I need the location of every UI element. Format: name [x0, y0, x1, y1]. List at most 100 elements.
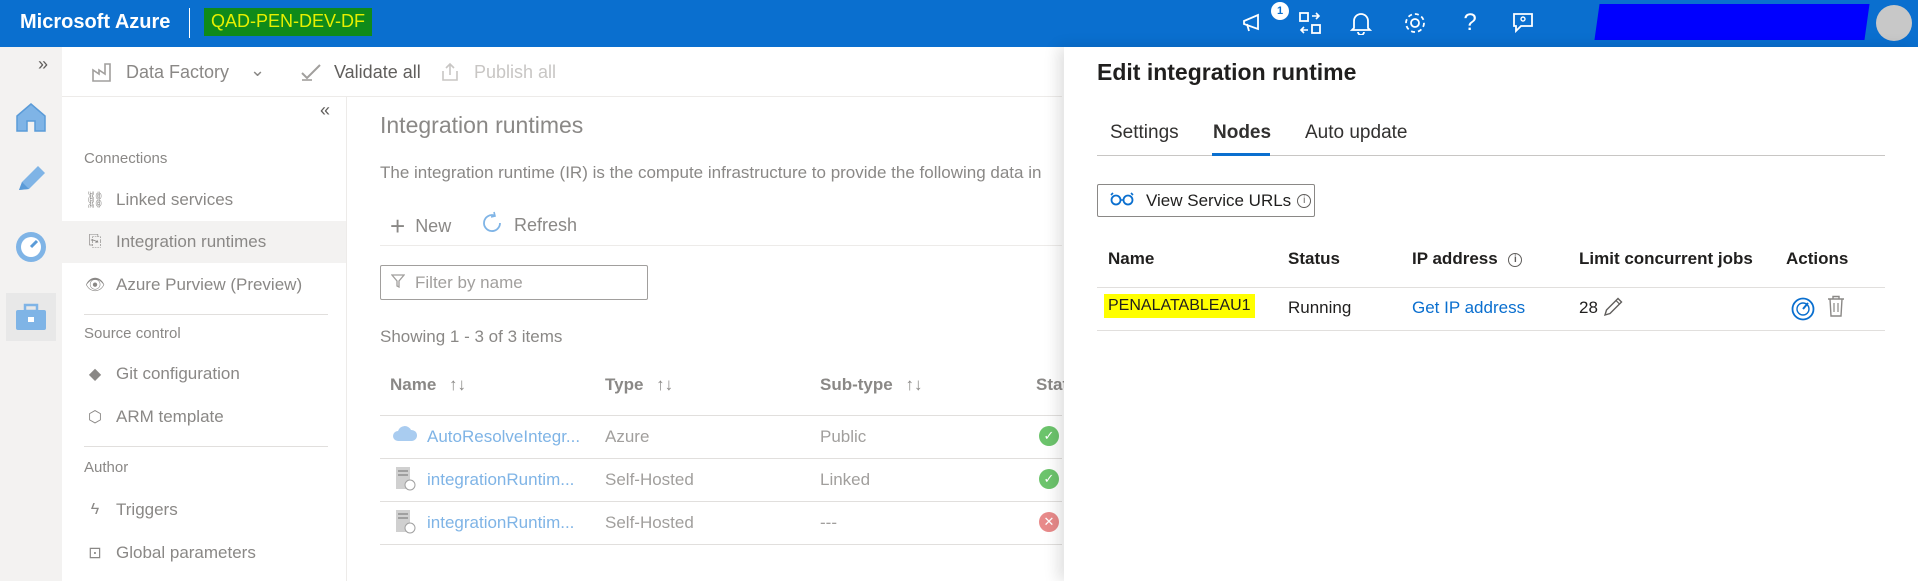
- glasses-icon: [1110, 191, 1134, 211]
- runtime-name-link[interactable]: integrationRuntim...: [427, 513, 574, 533]
- column-header-type[interactable]: Type ↑↓: [605, 375, 673, 395]
- brand-title[interactable]: Microsoft Azure: [20, 11, 170, 34]
- monitor-gauge-icon[interactable]: [12, 228, 50, 266]
- nav-item-integration-runtimes[interactable]: ⎘ Integration runtimes: [62, 221, 346, 263]
- status-ok-icon: ✓: [1039, 426, 1059, 446]
- author-pencil-icon[interactable]: [12, 160, 50, 198]
- runtime-subtype: Public: [820, 427, 867, 446]
- runtime-type: Self-Hosted: [605, 470, 694, 489]
- nav-item-label: Integration runtimes: [116, 232, 267, 251]
- row-divider: [380, 501, 1062, 502]
- runtime-type: Azure: [605, 427, 650, 446]
- sort-icon: ↑↓: [905, 375, 923, 394]
- nav-item-label: Azure Purview (Preview): [116, 275, 303, 294]
- gear-icon[interactable]: [1400, 8, 1430, 38]
- factory-name[interactable]: QAD-PEN-DEV-DF: [204, 8, 373, 36]
- node-name: PENALATABLEAU1: [1104, 294, 1255, 318]
- info-icon[interactable]: i: [1508, 252, 1523, 267]
- monitor-node-icon[interactable]: [1791, 297, 1815, 326]
- runtime-type: Self-Hosted: [605, 513, 694, 532]
- tab-nodes[interactable]: Nodes: [1213, 122, 1271, 144]
- row-divider: [380, 458, 1062, 459]
- nav-item-label: Git configuration: [116, 364, 240, 383]
- whats-new-icon[interactable]: [1240, 8, 1270, 38]
- publish-icon: [440, 62, 460, 87]
- row-divider: [380, 415, 1062, 416]
- runtime-name-link[interactable]: integrationRuntim...: [427, 470, 574, 490]
- nav-section-author: Author: [84, 459, 129, 476]
- help-icon[interactable]: ?: [1455, 8, 1485, 38]
- tab-auto-update[interactable]: Auto update: [1305, 122, 1407, 144]
- node-column-actions: Actions: [1786, 249, 1849, 268]
- info-icon[interactable]: i: [1297, 193, 1312, 208]
- new-button[interactable]: + New: [390, 211, 451, 242]
- global-parameters-icon: ⊡: [88, 545, 102, 562]
- nav-divider: [84, 314, 328, 315]
- runtime-name-link[interactable]: AutoResolveIntegr...: [427, 427, 580, 447]
- delete-trash-icon[interactable]: [1826, 295, 1846, 322]
- home-icon[interactable]: [12, 98, 50, 136]
- node-column-ip: IP address i: [1412, 249, 1523, 269]
- trigger-bolt-icon: ϟ: [90, 501, 100, 518]
- collapse-nav-icon[interactable]: «: [320, 100, 330, 121]
- nav-item-git-configuration[interactable]: ◆ Git configuration: [84, 353, 346, 395]
- integration-runtime-icon: ⎘: [88, 233, 102, 250]
- brand-separator: [189, 8, 190, 38]
- plus-icon: +: [390, 211, 406, 241]
- cloud-icon: [392, 424, 418, 447]
- view-service-urls-label: View Service URLs: [1146, 190, 1292, 210]
- nav-section-source-control: Source control: [84, 325, 181, 342]
- nav-divider: [84, 446, 328, 447]
- column-header-subtype[interactable]: Sub-type ↑↓: [820, 375, 922, 395]
- nav-item-label: Triggers: [116, 500, 178, 519]
- validate-all-button[interactable]: Validate all: [334, 62, 421, 83]
- selected-tab-indicator: [1212, 153, 1270, 156]
- view-service-urls-button[interactable]: View Service URLs i: [1097, 184, 1315, 217]
- node-row-divider: [1097, 330, 1885, 331]
- get-ip-address-link[interactable]: Get IP address: [1412, 298, 1525, 318]
- runtime-subtype: Linked: [820, 470, 871, 489]
- filter-funnel-icon: [390, 273, 406, 293]
- nav-item-global-parameters[interactable]: ⊡ Global parameters: [84, 532, 346, 574]
- self-hosted-server-icon: [395, 466, 417, 497]
- expand-rail-icon[interactable]: »: [38, 54, 48, 75]
- sort-icon: ↑↓: [656, 375, 674, 394]
- refresh-label: Refresh: [514, 215, 578, 235]
- filter-input[interactable]: Filter by name: [380, 265, 648, 300]
- git-icon: ◆: [88, 366, 102, 383]
- column-label: Type: [605, 375, 644, 394]
- switch-directory-icon[interactable]: [1295, 8, 1325, 38]
- chevron-down-icon[interactable]: ⌄: [250, 60, 265, 81]
- column-label: Name: [390, 375, 437, 394]
- new-label: New: [415, 216, 452, 236]
- nav-item-azure-purview[interactable]: 👁 Azure Purview (Preview): [84, 264, 346, 306]
- bell-icon[interactable]: [1346, 8, 1376, 38]
- node-column-name: Name: [1108, 249, 1155, 268]
- nav-item-label: Global parameters: [116, 543, 256, 562]
- item-count: Showing 1 - 3 of 3 items: [380, 327, 563, 346]
- status-ok-icon: ✓: [1039, 469, 1059, 489]
- manage-toolbox-icon[interactable]: [6, 293, 56, 341]
- feedback-icon[interactable]: [1508, 8, 1538, 38]
- edit-pencil-icon[interactable]: [1602, 296, 1624, 323]
- factory-icon: [92, 62, 114, 87]
- status-error-icon: ✕: [1039, 512, 1059, 532]
- redacted-account: [1594, 4, 1870, 40]
- node-column-limit: Limit concurrent jobs: [1579, 249, 1753, 268]
- self-hosted-server-icon: [395, 509, 417, 540]
- linked-services-icon: ⛓: [84, 192, 106, 209]
- notification-badge: 1: [1271, 2, 1289, 20]
- refresh-button[interactable]: Refresh: [480, 211, 577, 240]
- node-column-status: Status: [1288, 249, 1340, 268]
- nav-item-triggers[interactable]: ϟ Triggers: [84, 489, 346, 531]
- publish-all-button[interactable]: Publish all: [474, 62, 556, 83]
- avatar[interactable]: [1876, 5, 1912, 41]
- column-header-name[interactable]: Name ↑↓: [390, 375, 466, 395]
- factory-selector[interactable]: Data Factory: [126, 62, 229, 83]
- purview-eye-icon: 👁: [84, 277, 106, 294]
- nav-item-linked-services[interactable]: ⛓ Linked services: [84, 179, 346, 221]
- toolbar-divider: [380, 245, 1062, 246]
- nav-item-arm-template[interactable]: ⬡ ARM template: [84, 396, 346, 438]
- tab-settings[interactable]: Settings: [1110, 122, 1179, 144]
- page-title: Integration runtimes: [380, 112, 584, 138]
